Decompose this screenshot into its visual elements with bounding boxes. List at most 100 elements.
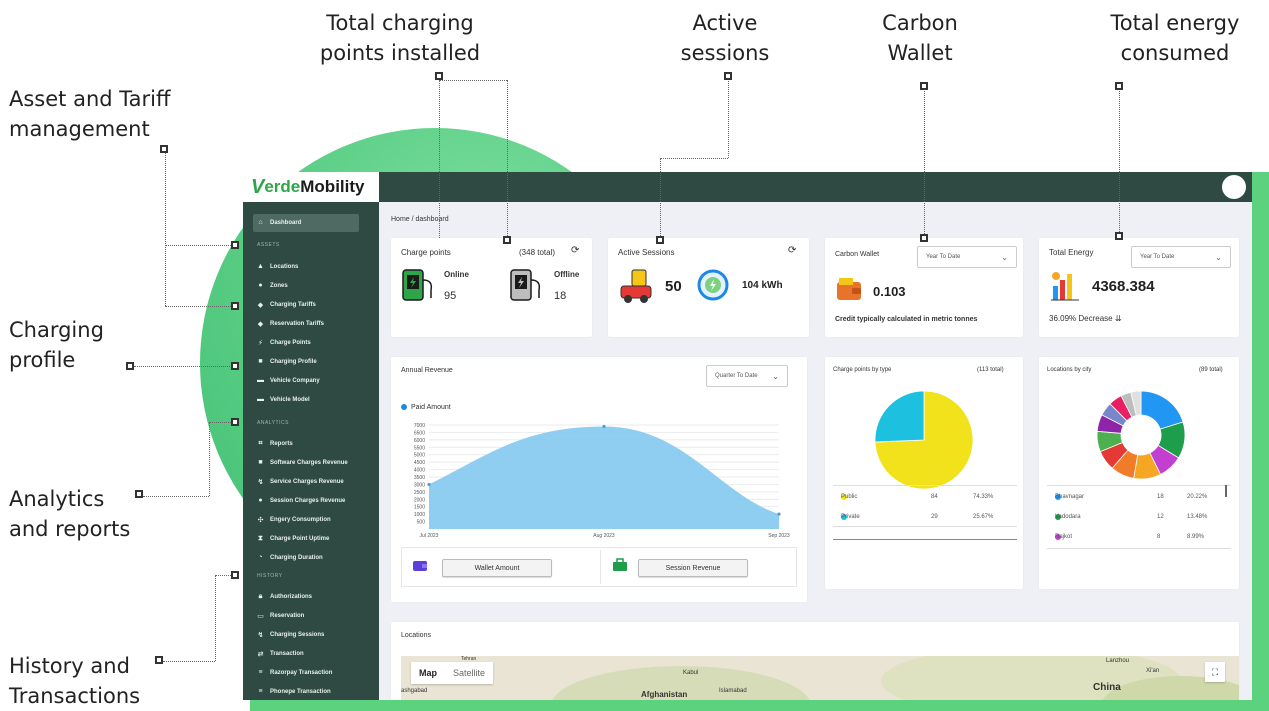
y-tick-label: 3500 [414,475,425,481]
locations-by-city-title: Locations by city [1047,367,1092,373]
sidebar-heading-history: HISTORY [257,573,283,579]
online-value: 95 [444,290,457,302]
callout-active-sessions: Active sessions [680,11,770,65]
active-sessions-title: Active Sessions [618,248,675,257]
sidebar-item-service-charges[interactable]: ↯ Service Charges Revenue [257,478,344,486]
callout-charging-points: Total charging points installed [319,11,481,65]
connector-line [439,78,440,238]
wallet-amount-button[interactable]: Wallet Amount [442,559,552,577]
map-label: China [1093,682,1121,693]
user-avatar[interactable] [1222,175,1246,199]
connector-line [134,366,232,367]
connector-line [163,661,215,662]
connector-line [507,80,508,240]
tag-icon: ◆ [257,302,264,309]
sidebar-item-phonepe-transaction[interactable]: ≡ Phonepe Transaction [257,688,330,695]
sidebar-item-reports[interactable]: ⌗ Reports [257,440,293,448]
charge-points-card: Charge points (348 total) ⟳ Online 95 Of… [391,238,592,337]
callout-marker [503,236,511,244]
session-revenue-button[interactable]: Session Revenue [638,559,748,577]
sidebar-item-dashboard[interactable]: ⌂ Dashboard [257,219,301,226]
callout-marker [656,236,664,244]
y-tick-label: 4000 [414,468,425,474]
data-point [602,424,606,429]
map-label: Islamabad [719,688,747,694]
chart-legend[interactable]: Paid Amount [401,404,451,411]
sidebar-item-authorizations[interactable]: 🔒︎ Authorizations [257,593,312,601]
brand-logo[interactable]: Verde Mobility [243,172,379,202]
locations-by-city-donut [1096,390,1186,480]
callout-marker [231,362,239,370]
locations-by-city-total: (89 total) [1199,367,1223,373]
y-tick-label: 5000 [414,453,425,459]
total-energy-period-dropdown[interactable]: Year To Date ⌄ [1131,246,1231,268]
sidebar-item-charging-duration[interactable]: ◔ Charging Duration [257,554,322,561]
pie-slice [1140,390,1184,430]
callout-marker [724,72,732,80]
active-sessions-energy: 104 kWh [742,280,783,291]
refresh-icon[interactable]: ⟳ [788,245,796,256]
pin-icon: ● [258,282,263,289]
y-tick-label: 2500 [414,490,425,496]
sidebar-item-vehicle-company[interactable]: ▬ Vehicle Company [257,377,320,384]
locations-map[interactable]: Map Satellite ashgabad Tehran Afghanista… [401,656,1239,700]
sidebar-item-reservation-tariffs[interactable]: ◆ Reservation Tariffs [257,320,324,328]
sidebar-item-charge-points[interactable]: ⚡ Charge Points [257,339,311,347]
tab-satellite[interactable]: Satellite [445,668,493,678]
sidebar-item-reservation[interactable]: ▭ Reservation [257,612,304,620]
chevron-down-icon: ⌄ [1215,252,1222,262]
wallet-icon [413,561,427,571]
chevron-down-icon: ⌄ [772,371,779,381]
carbon-wallet-title: Carbon Wallet [835,251,880,258]
sidebar-item-energy-consumption[interactable]: ✣ Engery Consumption [257,516,331,524]
table-scrollbar[interactable] [1225,485,1227,497]
sidebar-item-razorpay-transaction[interactable]: ≡ Razorpay Transaction [257,669,332,676]
sidebar-heading-assets: ASSETS [257,242,280,248]
y-tick-label: 7000 [414,423,425,429]
sidebar-item-charging-tariffs[interactable]: ◆ Charging Tariffs [257,301,316,309]
sidebar-item-transaction[interactable]: ⇄ Transaction [257,650,304,658]
y-tick-label: 500 [417,520,426,526]
card-icon: ▭ [257,613,264,620]
sidebar-item-charging-sessions[interactable]: ↯ Charging Sessions [257,631,325,639]
callout-marker [135,490,143,498]
locations-map-title: Locations [401,632,431,639]
tab-map[interactable]: Map [411,668,445,678]
divider [833,539,1017,540]
energy-bars-icon [1051,272,1079,301]
sidebar-item-charge-point-uptime[interactable]: ⧗ Charge Point Uptime [257,535,329,543]
map-label: Lanzhou [1106,658,1130,664]
annual-revenue-period-dropdown[interactable]: Quarter To Date ⌄ [706,365,788,387]
sidebar: ⌂ Dashboard ASSETS ▲ Locations ● Zones ◆ Cha… [243,202,379,700]
connector-line [924,88,925,236]
data-point [777,512,781,516]
callout-marker [920,82,928,90]
y-tick-label: 1000 [414,512,425,518]
fullscreen-icon[interactable]: ⛶ [1205,662,1225,682]
total-energy-change: 36.09% Decrease ⇊ [1049,314,1122,323]
bolt-icon: ↯ [257,632,264,639]
locations-icon: ▲ [257,263,264,270]
background-accent-right [1252,172,1269,711]
sort-down-icon: ⇊ [1114,314,1122,323]
sidebar-item-charging-profile[interactable]: ■ Charging Profile [257,358,316,365]
briefcase-icon [613,558,627,571]
clock-icon: ◔ [258,554,263,561]
offline-value: 18 [554,290,567,302]
sidebar-item-locations[interactable]: ▲ Locations [257,263,298,270]
sidebar-item-zones[interactable]: ● Zones [257,282,287,289]
connector-line [215,575,216,661]
x-tick-label: Aug 2023 [593,533,615,539]
wallet-icon [837,278,861,300]
sidebar-item-session-charges[interactable]: ● Session Charges Revenue [257,497,345,504]
sidebar-heading-analytics: ANALYTICS [257,420,289,426]
lock-icon: 🔒︎ [258,593,263,600]
sidebar-item-software-charges[interactable]: ■ Software Charges Revenue [257,459,347,466]
carbon-wallet-period-dropdown[interactable]: Year To Date ⌄ [917,246,1017,268]
tag-icon: ◆ [257,321,264,328]
car-icon: ▬ [257,396,264,403]
cp-by-type-table: Public 84 74.33% Private 29 25.67% [833,485,1017,527]
sidebar-item-vehicle-model[interactable]: ▬ Vehicle Model [257,396,310,403]
offline-label: Offline [554,270,580,279]
refresh-icon[interactable]: ⟳ [571,245,579,256]
